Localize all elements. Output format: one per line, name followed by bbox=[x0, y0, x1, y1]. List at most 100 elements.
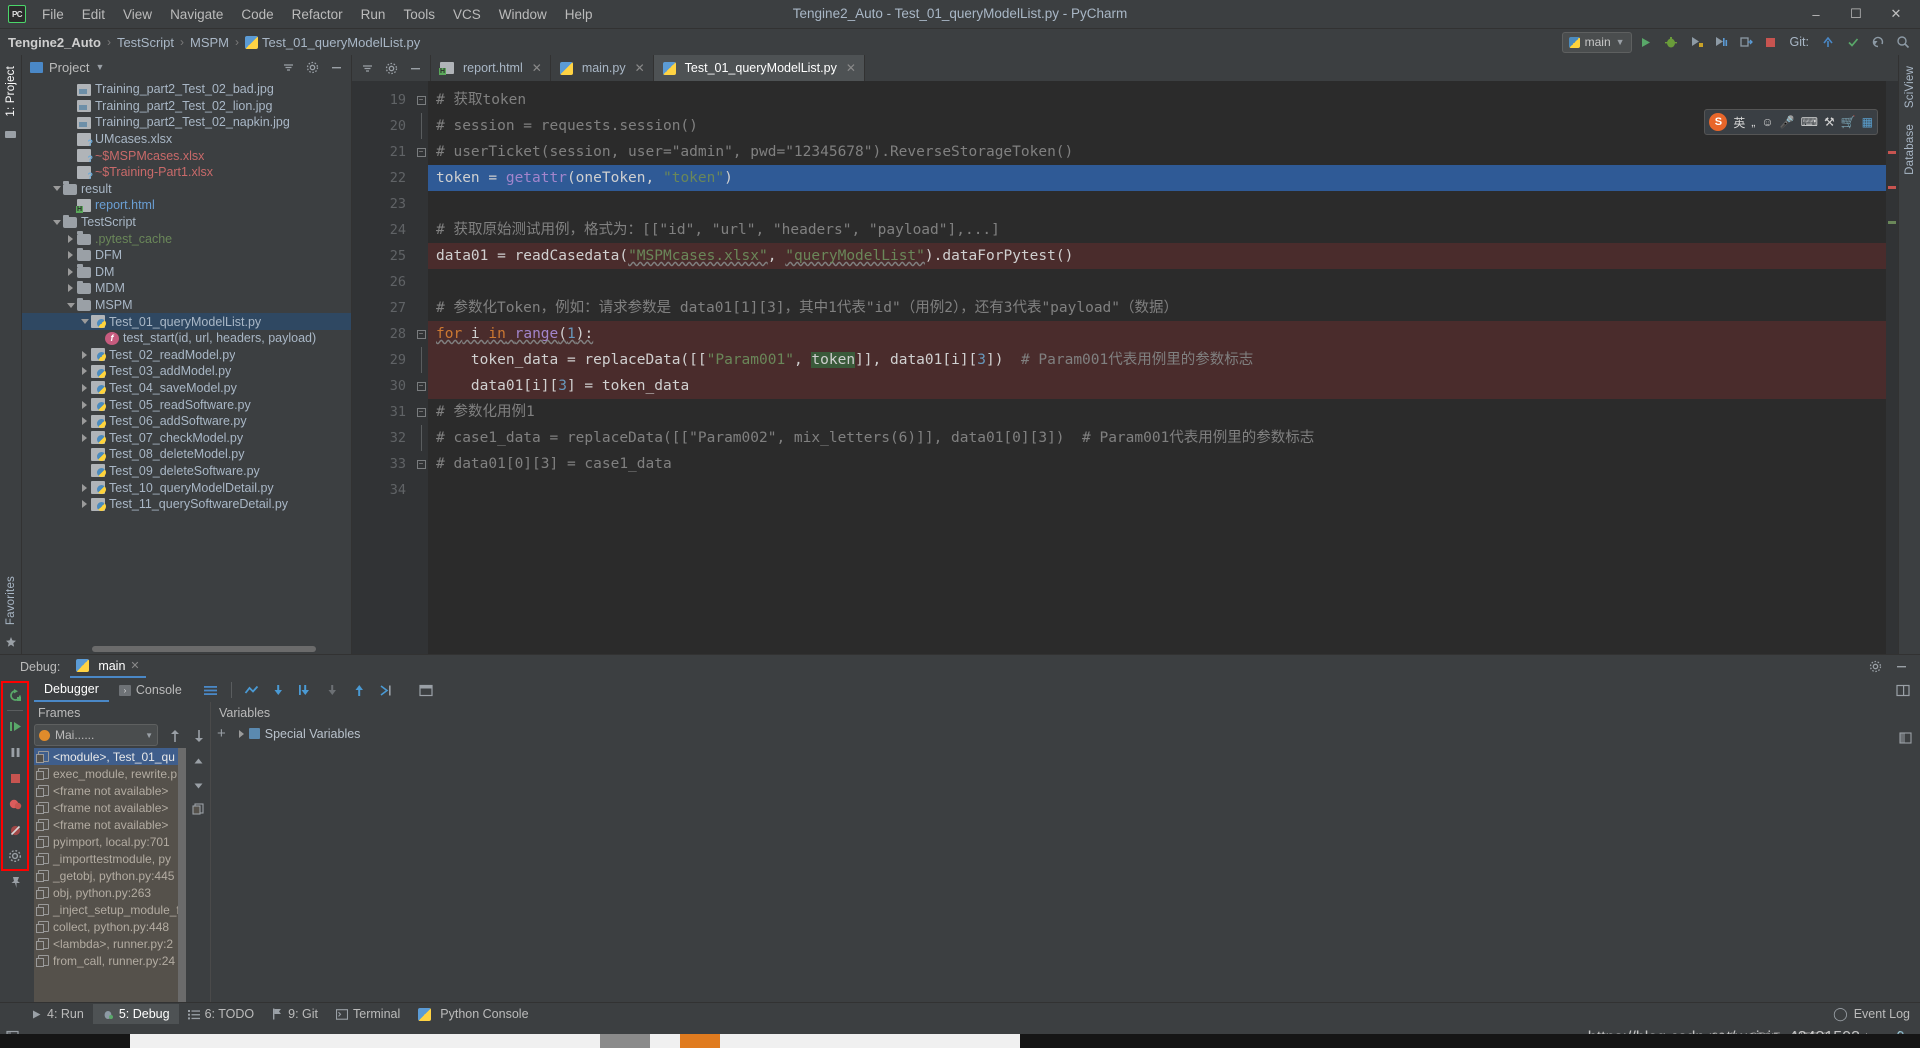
warning-stripe-marker[interactable] bbox=[1888, 221, 1896, 224]
sogou-logo-icon[interactable]: S bbox=[1709, 113, 1728, 131]
step-out-icon[interactable] bbox=[349, 679, 371, 701]
close-icon[interactable]: ✕ bbox=[846, 61, 856, 75]
frames-scroll-down-button[interactable] bbox=[187, 774, 209, 796]
frames-list[interactable]: <module>, Test_01_qu exec_module, rewrite… bbox=[34, 748, 186, 1002]
ime-mode-label[interactable]: 英 bbox=[1733, 114, 1745, 131]
tree-item[interactable]: TestScript bbox=[22, 214, 351, 231]
git-update-button[interactable] bbox=[1817, 31, 1839, 53]
tree-item[interactable]: DFM bbox=[22, 247, 351, 264]
tree-item[interactable]: Training_part2_Test_02_bad.jpg bbox=[22, 81, 351, 98]
menu-item-edit[interactable]: Edit bbox=[73, 3, 114, 26]
tree-expander[interactable] bbox=[50, 219, 63, 225]
project-tree[interactable]: Training_part2_Test_02_bad.jpg Training_p… bbox=[22, 79, 351, 654]
tree-item[interactable]: Test_09_deleteSoftware.py bbox=[22, 463, 351, 480]
line-number[interactable]: 33 bbox=[352, 451, 414, 477]
pin-button[interactable] bbox=[2, 869, 28, 895]
menu-item-refactor[interactable]: Refactor bbox=[283, 3, 352, 26]
tree-expander[interactable] bbox=[64, 251, 77, 260]
tree-item[interactable]: UMcases.xlsx bbox=[22, 131, 351, 148]
tree-item[interactable]: Test_02_readModel.py bbox=[22, 347, 351, 364]
fold-marker[interactable]: − bbox=[414, 373, 428, 399]
breadcrumb-file[interactable]: Test_01_queryModelList.py bbox=[262, 35, 420, 50]
close-icon[interactable]: ✕ bbox=[532, 61, 542, 75]
force-step-into-icon[interactable] bbox=[322, 679, 344, 701]
tree-item[interactable]: Test_01_queryModelList.py bbox=[22, 313, 351, 330]
tree-item[interactable]: MDM bbox=[22, 280, 351, 297]
chevron-right-icon[interactable] bbox=[82, 417, 87, 426]
line-number[interactable]: 31 bbox=[352, 399, 414, 425]
code-line[interactable]: token_data = replaceData([["Param001", t… bbox=[428, 347, 1898, 373]
sidebar-tab-sciview[interactable]: SciView bbox=[1902, 61, 1918, 113]
chevron-right-icon[interactable] bbox=[82, 433, 87, 442]
ime-menu-icon[interactable]: ▦ bbox=[1862, 115, 1873, 129]
maximize-button[interactable]: ☐ bbox=[1836, 0, 1876, 28]
chevron-right-icon[interactable] bbox=[68, 251, 73, 260]
tree-item[interactable]: f test_start(id, url, headers, payload) bbox=[22, 330, 351, 347]
chevron-right-icon[interactable] bbox=[82, 500, 87, 509]
frame-row[interactable]: <frame not available> bbox=[34, 799, 186, 816]
breadcrumb-folder[interactable]: TestScript bbox=[117, 35, 174, 50]
run-to-cursor-icon[interactable] bbox=[376, 679, 398, 701]
line-number[interactable]: 24 bbox=[352, 217, 414, 243]
sort-tabs-icon[interactable] bbox=[356, 57, 378, 79]
frame-row[interactable]: collect, python.py:448 bbox=[34, 918, 186, 935]
stop-button[interactable] bbox=[2, 765, 28, 791]
settings-gear-icon[interactable] bbox=[2, 843, 28, 869]
frame-row[interactable]: _getobj, python.py:445 bbox=[34, 867, 186, 884]
close-button[interactable]: ✕ bbox=[1876, 0, 1916, 28]
frame-row[interactable]: <frame not available> bbox=[34, 782, 186, 799]
code-line[interactable]: # 参数化用例1 bbox=[428, 399, 1898, 425]
tree-item[interactable]: report.html bbox=[22, 197, 351, 214]
chevron-down-icon[interactable]: ▼ bbox=[95, 62, 104, 72]
tree-horizontal-scrollbar[interactable] bbox=[92, 646, 316, 652]
tree-item[interactable]: Test_04_saveModel.py bbox=[22, 380, 351, 397]
frame-row[interactable]: exec_module, rewrite.p bbox=[34, 765, 186, 782]
chevron-right-icon[interactable] bbox=[82, 483, 87, 492]
cart-icon[interactable]: 🛒 bbox=[1841, 115, 1856, 129]
frame-row[interactable]: obj, python.py:263 bbox=[34, 884, 186, 901]
pause-button[interactable] bbox=[2, 739, 28, 765]
tab-console[interactable]: › Console bbox=[109, 678, 192, 702]
evaluate-expression-icon[interactable] bbox=[415, 679, 437, 701]
close-icon[interactable]: ✕ bbox=[130, 659, 139, 672]
chevron-down-icon[interactable] bbox=[52, 186, 61, 192]
tools-icon[interactable]: ⚒ bbox=[1824, 115, 1835, 129]
settings-gear-icon[interactable] bbox=[380, 57, 402, 79]
tree-expander[interactable] bbox=[64, 234, 77, 243]
code-line[interactable]: token = getattr(oneToken, "token") bbox=[428, 165, 1898, 191]
ime-toolbar[interactable]: S 英 „ ☺ 🎤 ⌨ ⚒ 🛒 ▦ bbox=[1704, 109, 1878, 135]
line-number[interactable]: 20 bbox=[352, 113, 414, 139]
tree-expander[interactable] bbox=[78, 400, 91, 409]
code-line[interactable]: # data01[0][3] = case1_data bbox=[428, 451, 1898, 477]
event-log-label[interactable]: Event Log bbox=[1854, 1007, 1910, 1021]
tree-item[interactable]: Training_part2_Test_02_lion.jpg bbox=[22, 98, 351, 115]
step-into-icon[interactable] bbox=[295, 679, 317, 701]
debug-session-tab[interactable]: main ✕ bbox=[70, 655, 146, 678]
stop-button[interactable] bbox=[1760, 31, 1782, 53]
menu-item-vcs[interactable]: VCS bbox=[444, 3, 490, 26]
event-log-icon[interactable]: ◯ bbox=[1833, 1006, 1848, 1022]
tree-item[interactable]: Test_08_deleteModel.py bbox=[22, 446, 351, 463]
code-line[interactable]: # 获取token bbox=[428, 87, 1898, 113]
tree-expander[interactable] bbox=[78, 483, 91, 492]
editor-tab-test01[interactable]: Test_01_queryModelList.py ✕ bbox=[653, 55, 865, 81]
tree-item[interactable]: ~$MSPMcases.xlsx bbox=[22, 147, 351, 164]
sidebar-tab-database[interactable]: Database bbox=[1902, 119, 1918, 180]
chevron-right-icon[interactable] bbox=[68, 267, 73, 276]
code-line[interactable]: # session = requests.session() bbox=[428, 113, 1898, 139]
editor-tab-report-html[interactable]: report.html ✕ bbox=[431, 55, 551, 81]
code-content[interactable]: # 获取token # session = requests.session() #… bbox=[428, 81, 1898, 654]
mic-icon[interactable]: 🎤 bbox=[1780, 115, 1795, 129]
tree-expander[interactable] bbox=[78, 500, 91, 509]
tree-item[interactable]: DM bbox=[22, 264, 351, 281]
chevron-right-icon[interactable] bbox=[82, 400, 87, 409]
frames-down-button[interactable] bbox=[188, 725, 210, 747]
resume-button[interactable] bbox=[2, 713, 28, 739]
bottom-tab-terminal[interactable]: Terminal bbox=[327, 1004, 409, 1024]
structure-icon[interactable] bbox=[4, 128, 17, 141]
fold-collapse-icon[interactable]: − bbox=[416, 407, 426, 417]
restore-layout-icon[interactable] bbox=[1892, 679, 1914, 701]
frame-row[interactable]: <lambda>, runner.py:2 bbox=[34, 935, 186, 952]
fold-collapse-icon[interactable]: − bbox=[416, 95, 426, 105]
minimize-editor-button[interactable] bbox=[404, 57, 426, 79]
